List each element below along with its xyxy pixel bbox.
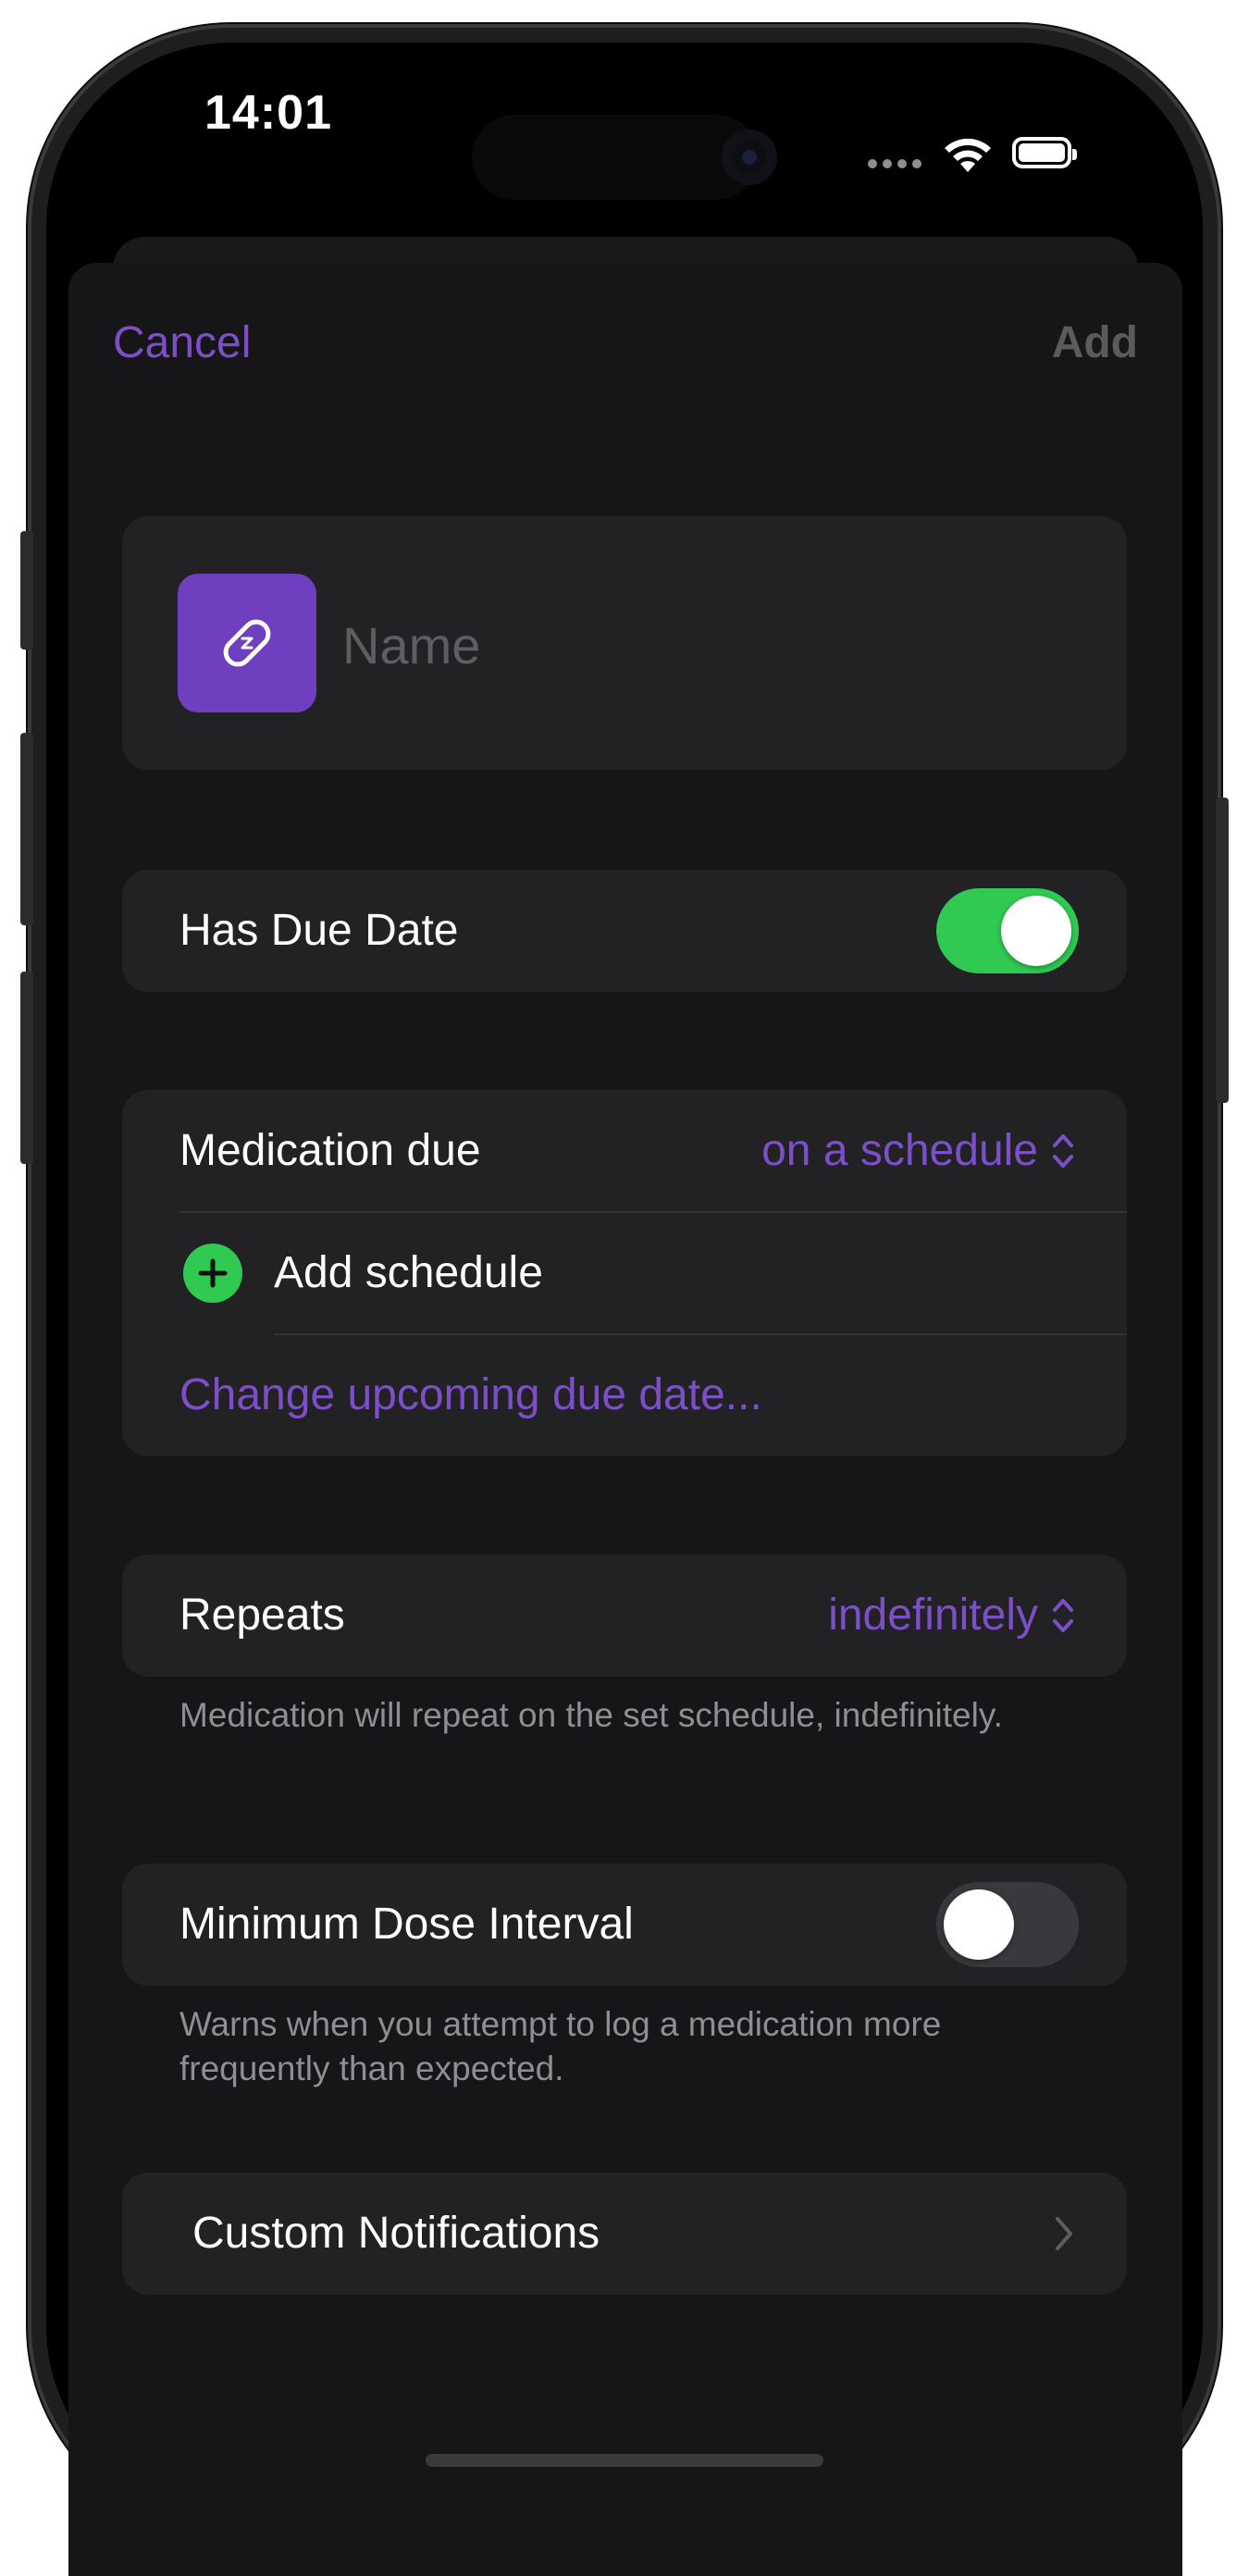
plus-icon <box>198 1258 228 1288</box>
repeats-row[interactable]: Repeats indefinitely <box>122 1554 1127 1677</box>
pill-icon[interactable] <box>178 574 316 712</box>
repeats-card: Repeats indefinitely <box>122 1554 1127 1677</box>
battery-icon <box>1012 137 1077 168</box>
medication-due-row[interactable]: Medication due on a schedule <box>122 1090 1127 1212</box>
repeats-picker[interactable]: indefinitely <box>828 1554 1075 1677</box>
cancel-button[interactable]: Cancel <box>113 313 251 374</box>
pill-glyph-icon <box>223 619 271 667</box>
toggle-knob <box>1001 896 1071 966</box>
chevron-up-down-icon <box>1053 1134 1073 1168</box>
chevron-right-icon <box>1056 2217 1072 2250</box>
min-dose-toggle[interactable] <box>936 1882 1079 1967</box>
name-input[interactable] <box>340 598 1084 692</box>
repeats-footnote: Medication will repeat on the set schedu… <box>179 1696 1003 1734</box>
medication-due-label: Medication due <box>179 1126 481 1175</box>
status-time: 14:01 <box>204 86 332 140</box>
notifications-card: Custom Notifications <box>122 2173 1127 2295</box>
add-schedule-row[interactable]: Add schedule <box>122 1212 1127 1334</box>
action-button <box>20 531 33 650</box>
due-date-toggle[interactable] <box>936 888 1079 973</box>
dynamic-island <box>472 115 759 200</box>
volume-up-button <box>20 733 33 925</box>
toggle-knob <box>944 1889 1014 1960</box>
due-date-row: Has Due Date <box>122 870 1127 992</box>
medication-due-value: on a schedule <box>761 1126 1038 1175</box>
power-button <box>1216 798 1229 1103</box>
home-indicator[interactable] <box>426 2454 823 2467</box>
custom-notifications-label: Custom Notifications <box>192 2209 600 2258</box>
volume-down-button <box>20 972 33 1164</box>
chevron-up-down-icon <box>1053 1599 1073 1632</box>
min-dose-footnote: Warns when you attempt to log a medicati… <box>179 2005 942 2087</box>
plus-circle-icon <box>183 1244 242 1303</box>
cellular-signal-icon <box>868 159 921 168</box>
add-schedule-label: Add schedule <box>274 1248 543 1297</box>
schedule-card: Medication due on a schedule Add schedul… <box>122 1090 1127 1456</box>
due-date-card: Has Due Date <box>122 870 1127 992</box>
change-due-date-row[interactable]: Change upcoming due date... <box>122 1334 1127 1456</box>
custom-notifications-row[interactable]: Custom Notifications <box>122 2173 1127 2295</box>
medication-due-picker[interactable]: on a schedule <box>761 1090 1075 1212</box>
repeats-value: indefinitely <box>828 1591 1038 1640</box>
add-button[interactable]: Add <box>1052 313 1138 374</box>
min-dose-label: Minimum Dose Interval <box>179 1900 634 1949</box>
wifi-icon <box>945 138 991 172</box>
min-dose-card: Minimum Dose Interval <box>122 1864 1127 1986</box>
repeats-label: Repeats <box>179 1591 345 1640</box>
change-due-date-link[interactable]: Change upcoming due date... <box>179 1334 762 1456</box>
due-date-label: Has Due Date <box>179 906 459 955</box>
camera-icon <box>722 130 777 185</box>
name-card <box>122 516 1127 770</box>
min-dose-row: Minimum Dose Interval <box>122 1864 1127 1986</box>
